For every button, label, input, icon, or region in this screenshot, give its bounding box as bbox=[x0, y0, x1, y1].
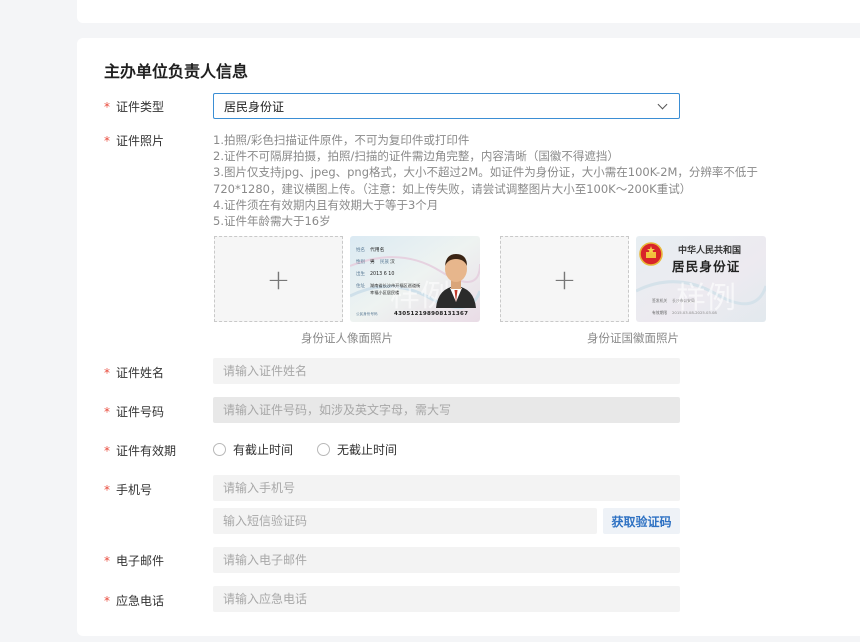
required-mark: * bbox=[104, 444, 110, 458]
email-label: * 电子邮件 bbox=[104, 554, 165, 568]
svg-text:男: 男 bbox=[370, 259, 375, 265]
upload-front-button[interactable]: + bbox=[214, 236, 343, 322]
instruction-line: 1.拍照/彩色扫描证件原件，不可为复印件或打印件 bbox=[213, 133, 470, 147]
plus-icon: + bbox=[552, 262, 577, 296]
id-number-label: * 证件号码 bbox=[104, 405, 165, 419]
validity-label: * 证件有效期 bbox=[104, 444, 177, 458]
svg-text:住址: 住址 bbox=[356, 282, 365, 289]
id-type-label: * 证件类型 bbox=[104, 100, 165, 114]
instruction-line: 720*1280，建议横图上传。（注意：如上传失败，请尝试调整图片大小至100K… bbox=[213, 181, 692, 196]
id-type-select[interactable]: 居民身份证 bbox=[213, 93, 680, 119]
instruction-line: 3.图片仅支持jpg、jpeg、png格式，大小不超过2M。如证件为身份证，大小… bbox=[213, 165, 758, 180]
section-title: 主办单位负责人信息 bbox=[104, 62, 249, 81]
phone-input[interactable] bbox=[213, 475, 680, 501]
svg-text:有效期限: 有效期限 bbox=[652, 310, 667, 315]
svg-text:中华人民共和国: 中华人民共和国 bbox=[678, 244, 741, 256]
radio-no-expiry[interactable]: 无截止时间 bbox=[317, 441, 397, 458]
required-mark: * bbox=[104, 100, 110, 114]
radio-circle[interactable] bbox=[317, 443, 331, 456]
svg-text:公民身份号码: 公民身份号码 bbox=[356, 311, 378, 316]
instruction-line: 4.证件须在有效期内且有效期大于等于3个月 bbox=[213, 197, 439, 212]
name-label: * 证件姓名 bbox=[104, 366, 165, 380]
required-mark: * bbox=[104, 554, 110, 568]
svg-text:2013 6 10: 2013 6 10 bbox=[370, 271, 394, 277]
svg-text:性别: 性别 bbox=[356, 258, 365, 265]
svg-text:代用名: 代用名 bbox=[370, 246, 385, 253]
upload-back-button[interactable]: + bbox=[500, 236, 629, 322]
instruction-line: 5.证件年龄需大于16岁 bbox=[213, 214, 331, 229]
front-caption: 身份证人像面照片 bbox=[301, 331, 393, 345]
id-type-value: 居民身份证 bbox=[224, 99, 285, 114]
svg-text:签发机关: 签发机关 bbox=[652, 298, 667, 303]
chevron-down-icon bbox=[657, 99, 668, 109]
required-mark: * bbox=[104, 366, 110, 380]
required-mark: * bbox=[104, 594, 110, 608]
plus-icon: + bbox=[266, 262, 291, 296]
svg-text:2015.03.08-2025.03.08: 2015.03.08-2025.03.08 bbox=[672, 310, 717, 315]
svg-text:湖南省长沙市开福区巡道街: 湖南省长沙市开福区巡道街 bbox=[370, 282, 420, 289]
national-emblem-icon bbox=[639, 242, 663, 266]
email-input[interactable] bbox=[213, 547, 680, 573]
svg-text:430512198908131367: 430512198908131367 bbox=[394, 311, 468, 317]
svg-text:居民身份证: 居民身份证 bbox=[672, 259, 741, 274]
sample-back-image: 样例 中华人民共和国 居民身份证 签发机关 有效期限 长沙市公安局 2015.0… bbox=[636, 236, 766, 322]
emergency-phone-input[interactable] bbox=[213, 586, 680, 612]
required-mark: * bbox=[104, 483, 110, 497]
svg-text:长沙市公安局: 长沙市公安局 bbox=[672, 298, 695, 303]
id-back-illustration: 样例 中华人民共和国 居民身份证 签发机关 有效期限 长沙市公安局 2015.0… bbox=[636, 236, 766, 322]
required-mark: * bbox=[104, 134, 110, 148]
svg-text:汉: 汉 bbox=[390, 258, 395, 265]
id-front-illustration: 样例 姓名 性别 民族 出生 住址 公民身份号码 代用名 男 汉 2013 6 … bbox=[350, 236, 480, 322]
required-mark: * bbox=[104, 405, 110, 419]
svg-text:姓名: 姓名 bbox=[356, 246, 365, 253]
svg-text:幸福小区居民楼: 幸福小区居民楼 bbox=[370, 289, 399, 296]
emergency-phone-label: * 应急电话 bbox=[104, 594, 165, 608]
radio-has-expiry[interactable]: 有截止时间 bbox=[213, 441, 293, 458]
id-photo-label: * 证件照片 bbox=[104, 134, 165, 148]
instruction-line: 2.证件不可隔屏拍摄，拍照/扫描的证件需边角完整，内容清晰（国徽不得遮挡） bbox=[213, 149, 619, 164]
phone-label: * 手机号 bbox=[104, 483, 153, 497]
svg-text:出生: 出生 bbox=[356, 270, 365, 277]
previous-section-card bbox=[77, 0, 860, 23]
sample-front-image: 样例 姓名 性别 民族 出生 住址 公民身份号码 代用名 男 汉 2013 6 … bbox=[350, 236, 480, 322]
validity-radio-group: 有截止时间 无截止时间 bbox=[213, 441, 421, 458]
name-input[interactable] bbox=[213, 358, 680, 384]
back-caption: 身份证国徽面照片 bbox=[587, 331, 679, 345]
id-number-input[interactable] bbox=[213, 397, 680, 423]
svg-text:民族: 民族 bbox=[380, 258, 389, 265]
radio-circle[interactable] bbox=[213, 443, 226, 456]
upload-instructions: 1.拍照/彩色扫描证件原件，不可为复印件或打印件 2.证件不可隔屏拍摄，拍照/扫… bbox=[213, 132, 773, 229]
get-code-button[interactable]: 获取验证码 bbox=[603, 508, 680, 534]
sms-code-input[interactable] bbox=[213, 508, 597, 534]
